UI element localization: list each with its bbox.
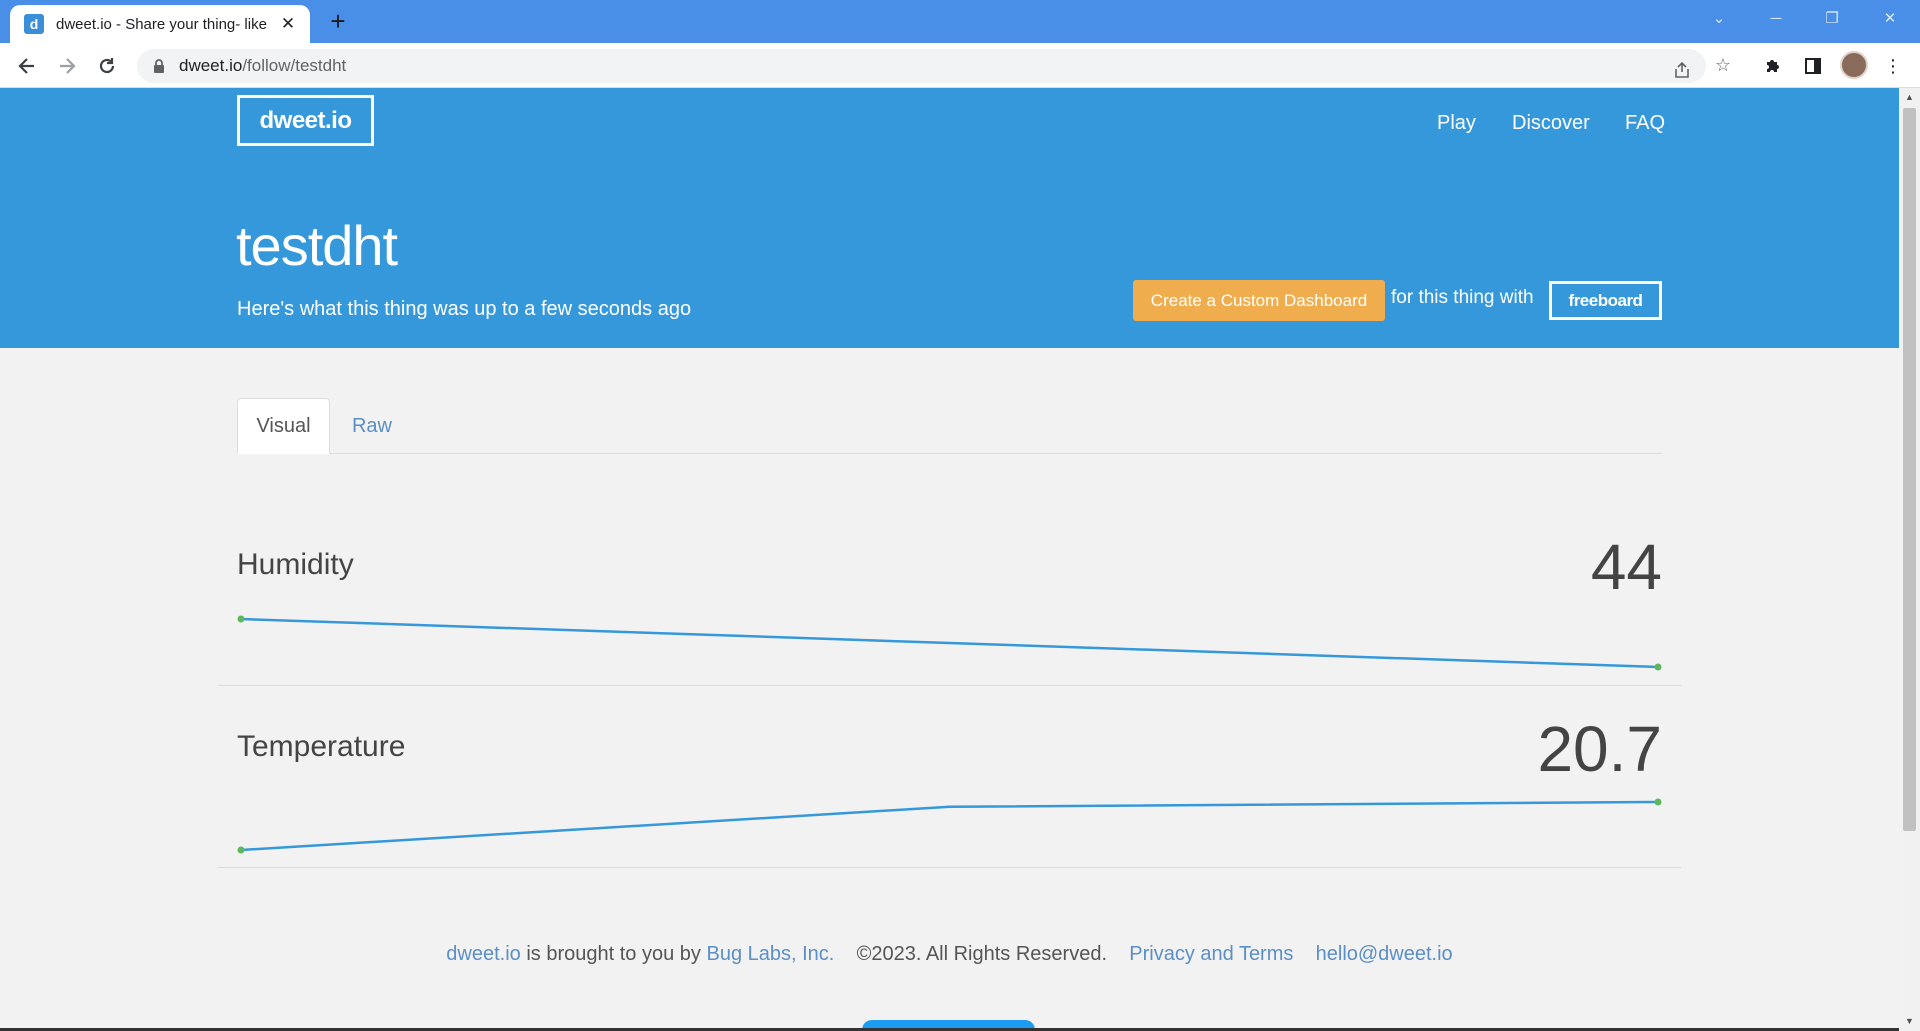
address-bar[interactable]: dweet.io/follow/testdht <box>137 49 1706 83</box>
footer-site-link[interactable]: dweet.io <box>446 943 521 965</box>
share-icon[interactable] <box>1670 58 1694 82</box>
profile-avatar[interactable] <box>1840 51 1868 79</box>
browser-toolbar: dweet.io/follow/testdht ☆ ⋮ <box>0 43 1920 88</box>
tab-visual[interactable]: Visual <box>237 398 330 454</box>
scroll-up-icon[interactable]: ▲ <box>1904 92 1915 102</box>
create-dashboard-button[interactable]: Create a Custom Dashboard <box>1133 280 1385 321</box>
url-text: dweet.io/follow/testdht <box>179 56 347 75</box>
side-panel-icon[interactable] <box>1800 53 1826 79</box>
metric-temperature: Temperature 20.7 <box>218 686 1681 868</box>
menu-kebab-icon[interactable]: ⋮ <box>1880 53 1906 79</box>
footer-email-link[interactable]: hello@dweet.io <box>1316 943 1453 965</box>
minimize-icon[interactable]: ─ <box>1748 0 1804 36</box>
bookmark-star-icon[interactable]: ☆ <box>1711 53 1735 77</box>
close-tab-icon[interactable]: ✕ <box>278 14 298 34</box>
sparkline-point <box>1654 663 1662 671</box>
humidity-sparkline <box>237 615 1662 671</box>
nav-faq[interactable]: FAQ <box>1625 112 1665 135</box>
extensions-puzzle-icon[interactable] <box>1760 53 1786 79</box>
footer-copyright: ©2023. All Rights Reserved. <box>856 943 1108 965</box>
sparkline-point <box>1654 798 1662 806</box>
lock-icon <box>154 59 164 73</box>
page-scrollbar[interactable]: ▲ ▼ <box>1899 88 1920 1031</box>
sparkline-point <box>237 615 245 623</box>
footer-brought-text: is brought to you by <box>526 943 701 965</box>
back-icon[interactable] <box>10 49 44 83</box>
metric-humidity: Humidity 44 <box>218 504 1681 686</box>
tab-title: dweet.io - Share your thing- like <box>56 15 267 33</box>
footer: dweet.io is brought to you by Bug Labs, … <box>0 943 1899 966</box>
for-this-thing-text: for this thing with <box>1391 287 1534 308</box>
footer-company-link[interactable]: Bug Labs, Inc. <box>706 943 834 965</box>
sparkline-point <box>237 846 245 854</box>
tabs-divider <box>237 453 1662 454</box>
browser-tab-strip: d dweet.io - Share your thing- like ✕ + … <box>0 0 1920 43</box>
sparkline-line <box>240 617 1659 669</box>
footer-privacy-link[interactable]: Privacy and Terms <box>1129 943 1293 965</box>
scroll-thumb[interactable] <box>1903 108 1916 831</box>
site-favicon-icon: d <box>24 14 44 34</box>
forward-icon[interactable] <box>50 49 84 83</box>
nav-play[interactable]: Play <box>1437 112 1476 135</box>
tab-search-icon[interactable]: ⌄ <box>1691 0 1747 36</box>
reload-icon[interactable] <box>90 49 124 83</box>
restore-icon[interactable]: ❐ <box>1804 0 1860 36</box>
browser-tab[interactable]: d dweet.io - Share your thing- like ✕ <box>10 5 310 43</box>
new-tab-button[interactable]: + <box>324 7 352 35</box>
tab-raw[interactable]: Raw <box>330 398 414 454</box>
sparkline-line <box>240 800 1659 852</box>
scroll-down-icon[interactable]: ▼ <box>1904 1016 1915 1026</box>
close-window-icon[interactable]: ✕ <box>1862 0 1918 36</box>
thing-header: dweet.io Play Discover FAQ testdht Here'… <box>0 88 1899 348</box>
temperature-sparkline <box>237 798 1662 854</box>
nav-discover[interactable]: Discover <box>1512 112 1590 135</box>
thing-title: testdht <box>236 214 398 277</box>
dweet-logo[interactable]: dweet.io <box>237 95 374 146</box>
freeboard-button[interactable]: freeboard <box>1549 281 1662 320</box>
thing-subtitle: Here's what this thing was up to a few s… <box>237 298 692 320</box>
